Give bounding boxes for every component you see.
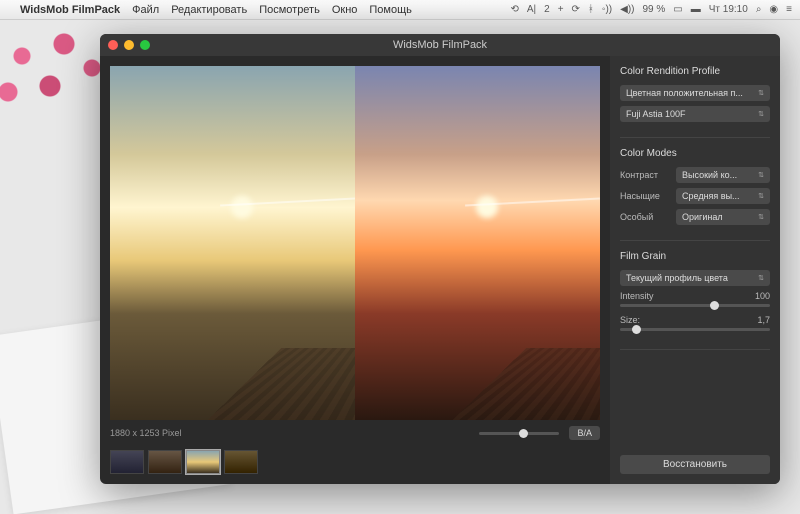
menu-help[interactable]: Помощь xyxy=(369,4,412,16)
main-area: 1880 x 1253 Pixel B/A xyxy=(100,56,610,484)
contrast-select[interactable]: Высокий ко... ⇅ xyxy=(676,167,770,183)
chevron-updown-icon: ⇅ xyxy=(758,192,764,200)
image-dimensions: 1880 x 1253 Pixel xyxy=(110,428,182,438)
thumbnail-strip xyxy=(110,446,600,474)
film-grain-section: Film Grain Текущий профиль цвета ⇅ Inten… xyxy=(620,251,770,350)
chevron-updown-icon: ⇅ xyxy=(758,110,764,118)
mac-menubar: WidsMob FilmPack Файл Редактировать Посм… xyxy=(0,0,800,20)
intensity-value: 100 xyxy=(755,291,770,301)
flag-icon[interactable]: ▬ xyxy=(691,4,701,15)
grain-profile-select[interactable]: Текущий профиль цвета ⇅ xyxy=(620,270,770,286)
menu-file[interactable]: Файл xyxy=(132,4,159,16)
row-label: Насыщие xyxy=(620,191,670,201)
chevron-updown-icon: ⇅ xyxy=(758,213,764,221)
restore-button[interactable]: Восстановить xyxy=(620,455,770,474)
notification-icon[interactable]: ≡ xyxy=(786,4,792,15)
color-modes-section: Color Modes Контраст Высокий ко... ⇅ Нас… xyxy=(620,148,770,241)
volume-icon[interactable]: ◀)) xyxy=(620,4,634,15)
status-icon[interactable]: 2 xyxy=(544,4,550,15)
size-slider[interactable] xyxy=(620,328,770,331)
intensity-slider[interactable] xyxy=(620,304,770,307)
rendition-type-select[interactable]: Цветная положительная п... ⇅ xyxy=(620,85,770,101)
size-value: 1,7 xyxy=(757,315,770,325)
siri-icon[interactable]: ◉ xyxy=(769,4,778,15)
wifi-icon[interactable]: ◦)) xyxy=(602,4,612,15)
select-value: Средняя вы... xyxy=(682,191,740,201)
preview-before xyxy=(110,66,355,420)
app-window: WidsMob FilmPack 1880 x 1253 Pixel B/A xyxy=(100,34,780,484)
section-heading: Color Rendition Profile xyxy=(620,66,770,77)
size-label: Size: xyxy=(620,315,640,325)
before-after-button[interactable]: B/A xyxy=(569,426,600,440)
thumbnail[interactable] xyxy=(148,450,182,474)
status-icon[interactable]: ⟲ xyxy=(510,4,518,15)
select-value: Fuji Astia 100F xyxy=(626,109,686,119)
select-value: Оригинал xyxy=(682,212,723,222)
chevron-updown-icon: ⇅ xyxy=(758,274,764,282)
section-heading: Film Grain xyxy=(620,251,770,262)
preview-after xyxy=(355,66,600,420)
row-label: Контраст xyxy=(620,170,670,180)
film-select[interactable]: Fuji Astia 100F ⇅ xyxy=(620,106,770,122)
select-value: Текущий профиль цвета xyxy=(626,273,728,283)
menu-edit[interactable]: Редактировать xyxy=(171,4,247,16)
thumbnail[interactable] xyxy=(110,450,144,474)
status-icon[interactable]: A| xyxy=(527,4,536,15)
select-value: Высокий ко... xyxy=(682,170,737,180)
search-icon[interactable]: ⌕ xyxy=(756,4,762,15)
bluetooth-icon[interactable]: ᚼ xyxy=(588,4,594,15)
menu-view[interactable]: Посмотреть xyxy=(259,4,320,16)
clock: Чт 19:10 xyxy=(709,4,748,15)
intensity-label: Intensity xyxy=(620,291,654,301)
saturation-select[interactable]: Средняя вы... ⇅ xyxy=(676,188,770,204)
chevron-updown-icon: ⇅ xyxy=(758,89,764,97)
color-rendition-section: Color Rendition Profile Цветная положите… xyxy=(620,66,770,138)
thumbnail[interactable] xyxy=(224,450,258,474)
zoom-slider[interactable] xyxy=(479,432,559,435)
preview-canvas[interactable] xyxy=(110,66,600,420)
side-panel: Color Rendition Profile Цветная положите… xyxy=(610,56,780,484)
titlebar[interactable]: WidsMob FilmPack xyxy=(100,34,780,56)
status-icon[interactable]: ⟳ xyxy=(572,4,580,15)
special-select[interactable]: Оригинал ⇅ xyxy=(676,209,770,225)
battery-percent: 99 % xyxy=(643,4,666,15)
menubar-app-name[interactable]: WidsMob FilmPack xyxy=(20,4,120,16)
status-icon[interactable]: + xyxy=(558,4,564,15)
chevron-updown-icon: ⇅ xyxy=(758,171,764,179)
thumbnail-selected[interactable] xyxy=(186,450,220,474)
menu-window[interactable]: Окно xyxy=(332,4,358,16)
battery-icon[interactable]: ▭ xyxy=(673,4,682,15)
section-heading: Color Modes xyxy=(620,148,770,159)
window-title: WidsMob FilmPack xyxy=(100,39,780,51)
row-label: Особый xyxy=(620,212,670,222)
select-value: Цветная положительная п... xyxy=(626,88,743,98)
